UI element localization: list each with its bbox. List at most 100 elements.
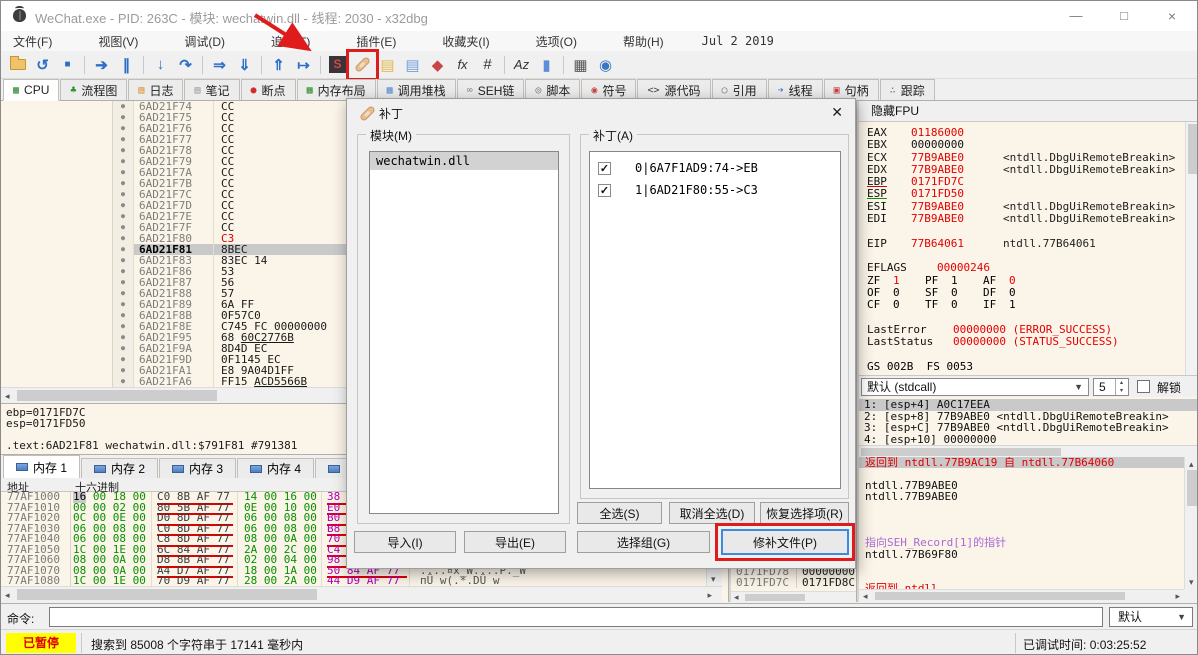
breakpoint-dot-icon[interactable]: ● bbox=[113, 211, 133, 222]
tab-调用堆栈[interactable]: ▦ 调用堆栈 bbox=[376, 79, 456, 100]
breakpoint-dot-icon[interactable]: ● bbox=[113, 277, 133, 288]
stack-info-vscrollbar[interactable]: ▴ ▾ bbox=[1184, 457, 1197, 589]
arguments-pane[interactable]: 1: [esp+4] A0C17EEA 2: [esp+8] 77B9ABE0 <… bbox=[859, 397, 1197, 446]
stack-info-line[interactable] bbox=[859, 503, 1184, 514]
patch-icon[interactable] bbox=[346, 48, 379, 81]
tab-内存 2[interactable]: 内存 2 bbox=[81, 458, 159, 478]
globe-icon[interactable]: ◉ bbox=[593, 53, 618, 77]
breakpoint-dot-icon[interactable]: ● bbox=[113, 233, 133, 244]
tab-内存 1[interactable]: 内存 1 bbox=[3, 455, 81, 478]
scroll-left-icon[interactable]: ◂ bbox=[5, 588, 10, 602]
scroll-down-icon[interactable]: ▾ bbox=[1189, 575, 1194, 589]
select-all-button[interactable]: 全选(S) bbox=[577, 502, 662, 524]
scroll-up-icon[interactable]: ▴ bbox=[1189, 457, 1194, 471]
scrollbar-thumb[interactable] bbox=[861, 448, 1061, 456]
scroll-down-icon[interactable]: ▾ bbox=[711, 572, 716, 586]
label-icon[interactable]: ▤ bbox=[400, 53, 425, 77]
phone-icon[interactable]: ▮ bbox=[534, 53, 559, 77]
tab-脚本[interactable]: ◎ 脚本 bbox=[525, 79, 581, 100]
deselect-all-button[interactable]: 取消全选(D) bbox=[669, 502, 755, 524]
tab-跟踪[interactable]: ∴ 跟踪 bbox=[879, 79, 935, 100]
patch-item[interactable]: ✓ 0|6A7F1AD9:74->EB bbox=[590, 157, 840, 179]
argument-row[interactable]: 3: [esp+C] 77B9ABE0 <ntdll.DbgUiRemoteBr… bbox=[859, 422, 1197, 434]
argument-row[interactable]: 4: [esp+10] 00000000 bbox=[859, 433, 1197, 446]
tab-CPU[interactable]: ▦ CPU bbox=[3, 79, 60, 101]
registers-pane[interactable]: EAX 01186000 EBX 00000000 ECX 77B9ABE0 <ntdll.… bbox=[859, 122, 1197, 375]
tab-日志[interactable]: ▤ 日志 bbox=[128, 79, 184, 100]
scrollbar-thumb[interactable] bbox=[17, 390, 217, 401]
scrollbar-thumb[interactable] bbox=[745, 594, 805, 601]
run-to-user-code-icon[interactable]: ↦ bbox=[291, 53, 316, 77]
function-icon[interactable]: fx bbox=[450, 53, 475, 77]
import-button[interactable]: 导入(I) bbox=[354, 531, 456, 553]
maximize-button[interactable]: □ bbox=[1101, 1, 1147, 31]
scroll-left-icon[interactable]: ◂ bbox=[734, 590, 739, 604]
stack-row[interactable]: 0171FD7C 0171FD8C bbox=[731, 577, 856, 588]
breakpoint-dot-icon[interactable]: ● bbox=[113, 343, 133, 354]
scroll-right-icon[interactable]: ▸ bbox=[707, 588, 712, 602]
register-row[interactable]: EFLAGS 00000246 bbox=[867, 261, 1197, 274]
breakpoint-dot-icon[interactable]: ● bbox=[113, 101, 133, 112]
tab-内存 4[interactable]: 内存 4 bbox=[237, 458, 315, 478]
tab-符号[interactable]: ◉ 符号 bbox=[581, 79, 637, 100]
command-mode-select[interactable]: 默认 ▼ bbox=[1109, 607, 1193, 627]
breakpoint-dot-icon[interactable]: ● bbox=[113, 332, 133, 343]
breakpoint-dot-icon[interactable]: ● bbox=[113, 244, 133, 255]
breakpoint-dot-icon[interactable]: ● bbox=[113, 321, 133, 332]
breakpoint-dot-icon[interactable]: ● bbox=[113, 299, 133, 310]
register-row[interactable] bbox=[867, 250, 1197, 262]
module-list-item[interactable]: wechatwin.dll bbox=[370, 152, 558, 170]
tab-内存 3[interactable]: 内存 3 bbox=[159, 458, 237, 478]
checkbox-icon[interactable]: ✓ bbox=[598, 183, 611, 197]
minimize-button[interactable]: — bbox=[1053, 1, 1099, 31]
breakpoint-dot-icon[interactable]: ● bbox=[113, 134, 133, 145]
tab-句柄[interactable]: ▣ 句柄 bbox=[823, 79, 879, 100]
restore-selection-button[interactable]: 恢复选择项(R) bbox=[760, 502, 849, 524]
scrollbar-thumb[interactable] bbox=[17, 589, 317, 600]
menu-item[interactable]: 视图(V) bbox=[88, 33, 148, 51]
breakpoint-dot-icon[interactable]: ● bbox=[113, 310, 133, 321]
patch-file-button[interactable]: 修补文件(P) bbox=[721, 529, 849, 555]
module-list[interactable]: wechatwin.dll bbox=[369, 151, 559, 514]
tab-笔记[interactable]: ▤ 笔记 bbox=[184, 79, 240, 100]
calling-convention-select[interactable]: 默认 (stdcall) ▼ bbox=[861, 378, 1089, 396]
register-row[interactable]: GS 002B FS 0053 bbox=[867, 360, 1197, 373]
menu-item[interactable]: 文件(F) bbox=[3, 33, 62, 51]
tab-引用[interactable]: ○ 引用 bbox=[711, 79, 767, 100]
step-into-icon[interactable]: ↓ bbox=[148, 53, 173, 77]
dump-row[interactable]: 77AF1080 1C 00 1E 00 70 D9 AF 77 28 00 2A 0… bbox=[1, 575, 706, 586]
breakpoint-dot-icon[interactable]: ● bbox=[113, 365, 133, 376]
tab-线程[interactable]: ➔ 线程 bbox=[767, 79, 823, 100]
register-row[interactable]: OF 0 SF 0 DF 0 bbox=[867, 286, 1197, 299]
dump-hscrollbar[interactable]: ◂ ▸ bbox=[1, 586, 722, 602]
tab-源代码[interactable]: <> 源代码 bbox=[637, 79, 711, 100]
patch-item[interactable]: ✓ 1|6AD21F80:55->C3 bbox=[590, 179, 840, 201]
registers-vscrollbar[interactable] bbox=[1185, 122, 1197, 375]
breakpoint-dot-icon[interactable]: ● bbox=[113, 288, 133, 299]
breakpoint-dot-icon[interactable]: ● bbox=[113, 376, 133, 387]
stack-info-line[interactable] bbox=[859, 560, 1184, 571]
breakpoint-dot-icon[interactable]: ● bbox=[113, 255, 133, 266]
step-over-icon[interactable]: ↷ bbox=[173, 53, 198, 77]
menu-item[interactable]: 选项(O) bbox=[526, 33, 587, 51]
argument-row[interactable]: 1: [esp+4] A0C17EEA bbox=[859, 399, 1197, 411]
register-row[interactable]: LastStatus 00000000 (STATUS_SUCCESS) bbox=[867, 335, 1197, 348]
arguments-hscrollbar[interactable] bbox=[859, 445, 1197, 457]
menu-item[interactable]: 帮助(H) bbox=[613, 33, 674, 51]
breakpoint-dot-icon[interactable]: ● bbox=[113, 266, 133, 277]
hide-fpu-button[interactable]: 隐藏FPU bbox=[859, 101, 1197, 122]
hash-icon[interactable]: # bbox=[475, 53, 500, 77]
stack-info-pane[interactable]: 返回到 ntdll.77B9AC19 自 ntdll.77B64060 ntdl… bbox=[859, 457, 1197, 602]
tab-流程图[interactable]: ♣ 流程图 bbox=[60, 79, 128, 100]
stack-info-line[interactable] bbox=[859, 514, 1184, 525]
stack-info-line[interactable]: ntdll.77B9ABE0 bbox=[859, 491, 1184, 503]
unlock-checkbox[interactable] bbox=[1137, 380, 1150, 393]
export-button[interactable]: 导出(E) bbox=[464, 531, 566, 553]
stack-info-line[interactable]: ntdll.77B69F80 bbox=[859, 548, 1184, 560]
trace-over-icon[interactable]: ⇓ bbox=[232, 53, 257, 77]
register-row[interactable]: EDI 77B9ABE0 <ntdll.DbgUiRemoteBreakin> bbox=[867, 212, 1197, 225]
scrollbar-thumb[interactable] bbox=[1188, 124, 1197, 174]
menu-item[interactable]: 追踪(T) bbox=[261, 33, 320, 51]
register-row[interactable]: ZF 1 PF 1 AF 0 bbox=[867, 274, 1197, 287]
close-button[interactable]: × bbox=[1149, 1, 1195, 31]
